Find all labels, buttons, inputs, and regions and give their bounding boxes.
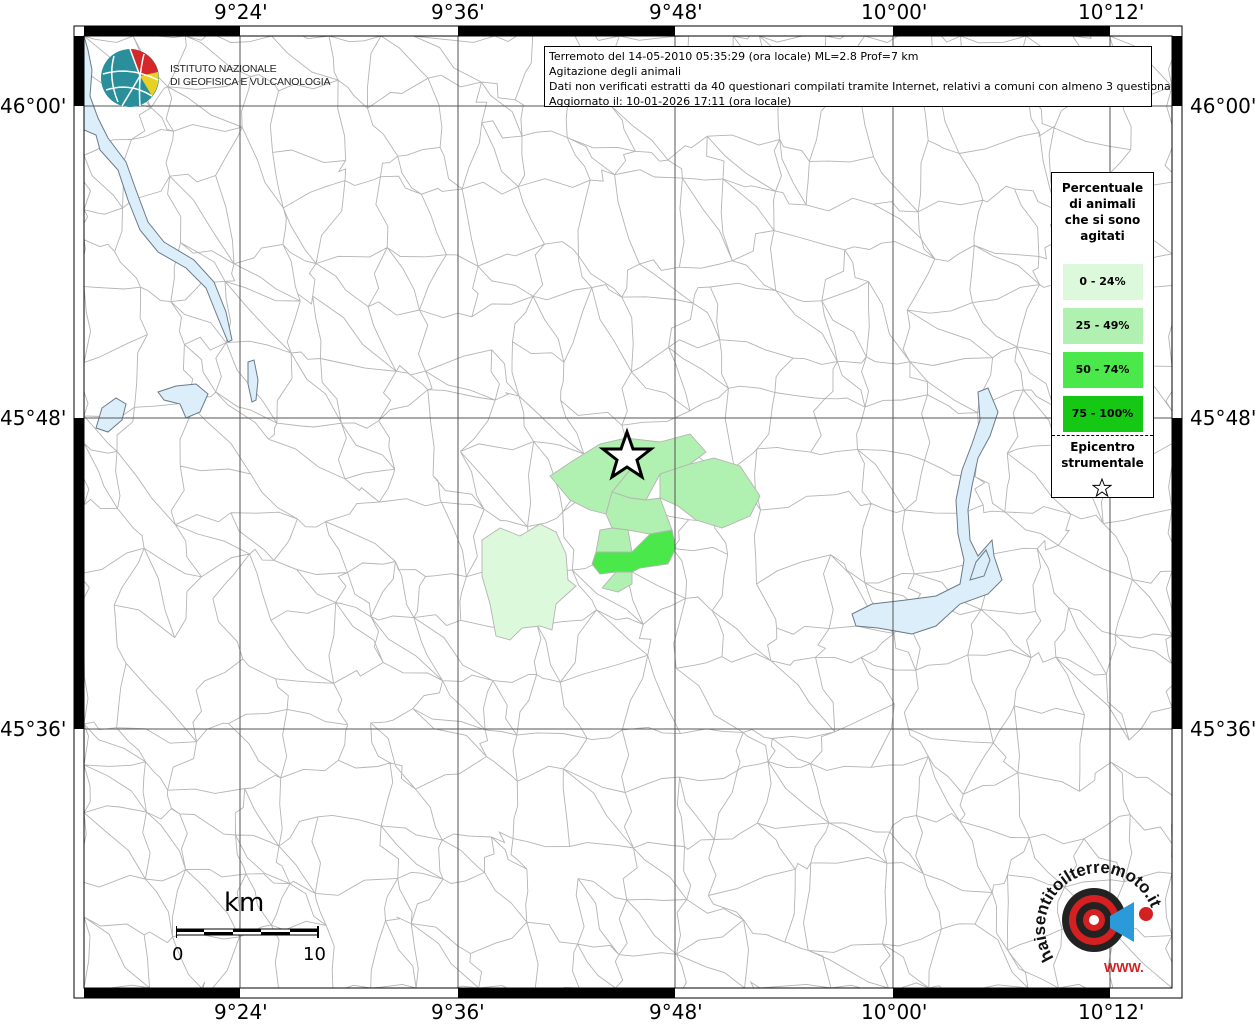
event-title: Terremoto del 14-05-2010 05:35:29 (ora l… bbox=[549, 50, 919, 63]
ingv-logo-line2: DI GEOFISICA E VULCANOLOGIA bbox=[170, 76, 331, 88]
map-subject: Agitazione degli animali bbox=[549, 65, 682, 78]
legend-star-icon bbox=[1092, 478, 1112, 498]
update-time: Aggiornato il: 10-01-2026 17:11 (ora loc… bbox=[549, 95, 792, 108]
scale-unit: km bbox=[224, 888, 265, 918]
frame-band bbox=[458, 988, 675, 998]
scale-bar-graphic bbox=[176, 926, 319, 938]
scale-bar: km 0 10 bbox=[172, 888, 332, 968]
top-tick-label: 10°00' bbox=[861, 0, 928, 24]
municipality-25-49-e bbox=[595, 527, 633, 553]
left-tick-label: 45°36' bbox=[0, 717, 67, 741]
legend-class-75-100: 75 - 100% bbox=[1062, 396, 1143, 432]
legend-separator bbox=[1052, 435, 1153, 436]
frame-band bbox=[893, 988, 1110, 998]
right-tick-label: 45°36' bbox=[1190, 717, 1255, 741]
scale-end-label: 10 bbox=[303, 944, 326, 965]
frame-band bbox=[84, 988, 240, 998]
bottom-tick-label: 9°48' bbox=[649, 1000, 703, 1024]
legend-class-0-24: 0 - 24% bbox=[1062, 264, 1143, 300]
frame-band bbox=[1172, 418, 1182, 729]
left-tick-label: 45°48' bbox=[0, 406, 67, 430]
event-info-box: Terremoto del 14-05-2010 05:35:29 (ora l… bbox=[544, 46, 1182, 108]
frame-band bbox=[74, 418, 84, 729]
ingv-logo-line1: ISTITUTO NAZIONALE bbox=[170, 63, 277, 75]
frame-band bbox=[84, 26, 240, 36]
haisentito-url-text: WWW. bbox=[1104, 960, 1144, 975]
bottom-tick-label: 10°00' bbox=[861, 1000, 928, 1024]
top-tick-label: 9°36' bbox=[431, 0, 485, 24]
top-tick-label: 9°24' bbox=[214, 0, 268, 24]
legend: Percentuale di animali che si sono agita… bbox=[1051, 172, 1154, 498]
ingv-logo-text: ISTITUTO NAZIONALE DI GEOFISICA E VULCAN… bbox=[170, 63, 331, 89]
scale-start-label: 0 bbox=[172, 944, 184, 965]
bottom-tick-label: 10°12' bbox=[1078, 1000, 1145, 1024]
right-tick-label: 46°00' bbox=[1190, 94, 1255, 118]
left-tick-label: 46°00' bbox=[0, 94, 67, 118]
ingv-globe-icon bbox=[101, 48, 159, 107]
question-icon bbox=[1139, 907, 1153, 921]
data-note: Dati non verificati estratti da 40 quest… bbox=[549, 80, 1182, 93]
legend-class-50-74: 50 - 74% bbox=[1062, 352, 1143, 388]
bottom-tick-label: 9°36' bbox=[431, 1000, 485, 1024]
legend-epicenter-label: Epicentro strumentale bbox=[1061, 440, 1144, 470]
legend-class-25-49: 25 - 49% bbox=[1062, 308, 1143, 344]
right-tick-label: 45°48' bbox=[1190, 406, 1255, 430]
frame-band bbox=[1172, 36, 1182, 106]
top-tick-label: 10°12' bbox=[1078, 0, 1145, 24]
haisentito-logo: haisentitoilterremoto.it WWW. bbox=[1034, 858, 1165, 975]
frame-band bbox=[893, 26, 1110, 36]
frame-band bbox=[74, 36, 84, 106]
frame-band bbox=[458, 26, 675, 36]
bottom-tick-label: 9°24' bbox=[214, 1000, 268, 1024]
legend-title: Percentuale di animali che si sono agita… bbox=[1061, 181, 1144, 243]
top-tick-label: 9°48' bbox=[649, 0, 703, 24]
